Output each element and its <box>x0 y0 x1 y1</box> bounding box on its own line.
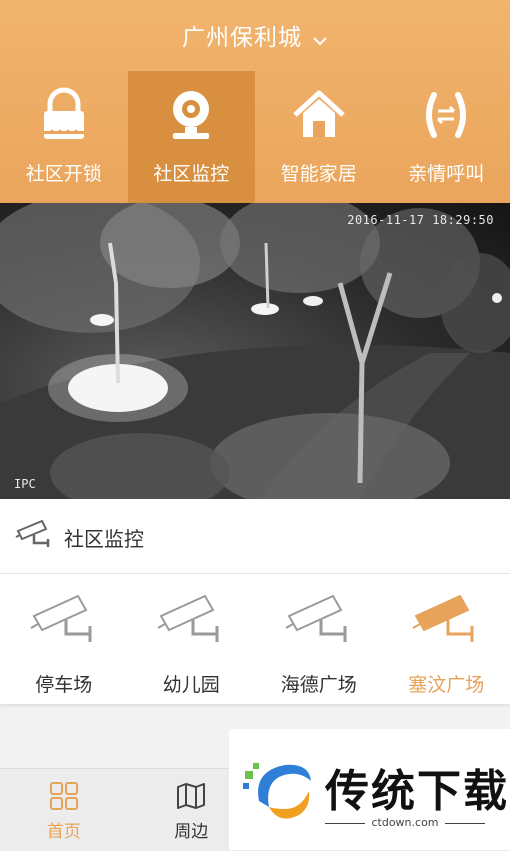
city-selector[interactable]: 广州保利城 <box>0 18 510 52</box>
section-header: 社区监控 <box>0 499 510 574</box>
feature-nav: 社区开锁 社区监控 智能家居 <box>0 71 510 203</box>
nav-item-monitor[interactable]: 社区监控 <box>128 71 256 203</box>
tab-home[interactable]: 首页 <box>0 769 128 851</box>
camera-label: 塞汶广场 <box>383 670 510 697</box>
brand-logo <box>239 751 317 829</box>
chevron-down-icon <box>312 26 328 52</box>
cctv-camera-icon <box>410 586 482 648</box>
watermark: 传统下载 ctdown.com <box>229 729 510 850</box>
app-header: 广州保利城 社区开锁 <box>0 0 510 203</box>
camera-feed[interactable]: 2016-11-17 18:29:50 IPC <box>0 203 510 499</box>
nav-item-smarthome[interactable]: 智能家居 <box>255 71 383 203</box>
home-icon <box>291 87 347 143</box>
feed-timestamp: 2016-11-17 18:29:50 <box>347 213 494 227</box>
nav-item-unlock[interactable]: 社区开锁 <box>0 71 128 203</box>
nav-label-monitor: 社区监控 <box>128 159 256 186</box>
camera-item-saiwen-plaza[interactable]: 塞汶广场 <box>383 574 510 704</box>
nav-label-unlock: 社区开锁 <box>0 159 128 186</box>
nav-item-call[interactable]: 亲情呼叫 <box>383 71 510 203</box>
nav-label-call: 亲情呼叫 <box>383 159 510 186</box>
city-name: 广州保利城 <box>182 25 302 51</box>
camera-label: 海德广场 <box>255 670 383 697</box>
lock-icon <box>36 87 92 143</box>
cctv-camera-icon <box>14 517 52 553</box>
tab-label: 首页 <box>0 817 128 842</box>
camera-label: 停车场 <box>0 670 128 697</box>
camera-label: 幼儿园 <box>128 670 256 697</box>
webcam-icon <box>163 87 219 143</box>
camera-item-parking[interactable]: 停车场 <box>0 574 128 704</box>
camera-list: 停车场 幼儿园 海德广场 塞汶广场 <box>0 574 510 704</box>
cctv-camera-icon <box>28 586 100 648</box>
camera-item-kindergarten[interactable]: 幼儿园 <box>128 574 256 704</box>
camera-item-haide-plaza[interactable]: 海德广场 <box>255 574 383 704</box>
night-scene-image <box>0 203 510 499</box>
call-icon <box>418 87 474 143</box>
watermark-brand: 传统下载 <box>325 755 509 819</box>
map-icon <box>176 781 206 811</box>
watermark-divider <box>445 823 485 824</box>
cctv-camera-icon <box>283 586 355 648</box>
home-grid-icon <box>49 781 79 811</box>
nav-label-smarthome: 智能家居 <box>255 159 383 186</box>
cctv-camera-icon <box>155 586 227 648</box>
feed-source-label: IPC <box>14 477 36 491</box>
section-title: 社区监控 <box>64 523 144 552</box>
